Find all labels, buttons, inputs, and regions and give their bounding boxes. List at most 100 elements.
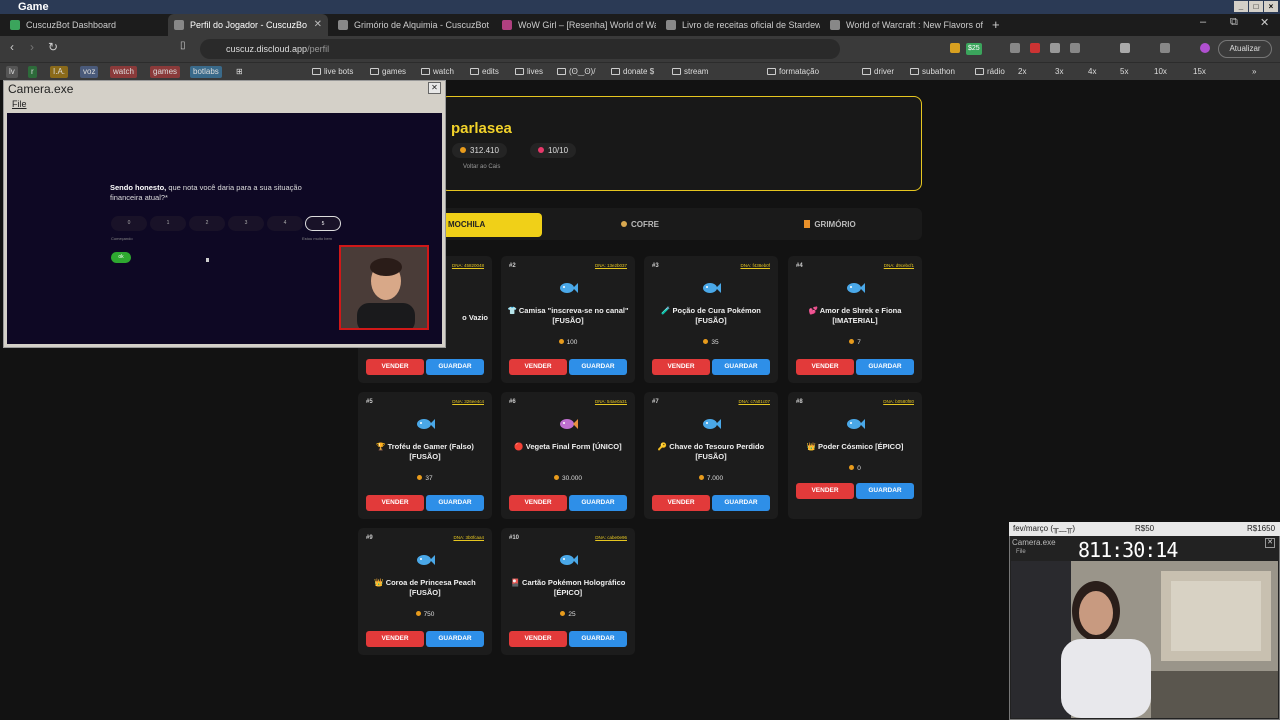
bookmark-folder[interactable]: watch [421,66,454,78]
bookmark-pill[interactable]: botlabs [190,66,222,78]
item-dna-link[interactable]: DNA: 54ae0a31 [595,399,627,404]
sell-button[interactable]: VENDER [652,359,710,375]
sell-button[interactable]: VENDER [366,359,424,375]
sidebar-icon[interactable] [1120,43,1130,53]
item-dna-link[interactable]: DNA: cabe0e96 [595,535,627,540]
bookmark-item[interactable]: driver [862,66,894,78]
item-dna-link[interactable]: DNA: d9cebcf1 [884,263,914,268]
close-button[interactable]: × [1264,1,1278,12]
bookmark-item[interactable]: 5x [1120,66,1128,78]
sell-button[interactable]: VENDER [366,631,424,647]
bookmark-pill[interactable]: watch [110,66,137,78]
tab-grimorio[interactable]: GRIMÓRIO [780,213,880,237]
sell-button[interactable]: VENDER [652,495,710,511]
tab-close-icon[interactable]: ✕ [314,14,322,36]
bookmark-item[interactable]: 15x [1193,66,1206,78]
store-button[interactable]: GUARDAR [856,359,914,375]
profile-avatar[interactable] [1200,43,1210,53]
store-button[interactable]: GUARDAR [426,631,484,647]
rating-option[interactable]: 0 [111,216,147,231]
bookmark-folder[interactable]: rádio [975,66,1005,78]
extension-icon[interactable] [1010,43,1020,53]
extension-icon[interactable] [1050,43,1060,53]
store-button[interactable]: GUARDAR [426,495,484,511]
price-badge[interactable]: $25 [966,43,982,55]
close-icon[interactable]: ✕ [428,82,441,94]
store-button[interactable]: GUARDAR [712,495,770,511]
bookmark-pill[interactable]: voz [80,66,99,78]
item-dna-link[interactable]: DNA: b0580f80 [883,399,914,404]
sell-button[interactable]: VENDER [509,359,567,375]
tab-wow-girl[interactable]: WoW Girl – [Resenha] World of Warc [496,14,656,36]
rating-option[interactable]: 2 [189,216,225,231]
puzzle-icon[interactable] [1070,43,1080,53]
window-minimize-icon[interactable]: – [1200,16,1206,28]
tab-grimorio[interactable]: Grimório de Alquimia - CuscuzBot [332,14,492,36]
extension-icon[interactable] [950,43,960,53]
item-dna-link[interactable]: DNA: 45820048 [452,263,484,268]
back-to-dock-link[interactable]: Voltar ao Cais [463,164,500,170]
sell-button[interactable]: VENDER [796,359,854,375]
extension-icon[interactable] [1030,43,1040,53]
tab-stardew[interactable]: Livro de receitas oficial de Stardew V [660,14,820,36]
store-button[interactable]: GUARDAR [426,359,484,375]
tab-perfil-do-jogador[interactable]: Perfil do Jogador - CuscuzBo ✕ [168,14,328,36]
bookmark-pill[interactable]: r [28,66,37,78]
bookmark-icon[interactable]: ▯ [180,40,186,51]
sell-button[interactable]: VENDER [366,495,424,511]
store-button[interactable]: GUARDAR [569,495,627,511]
sell-button[interactable]: VENDER [509,631,567,647]
rating-option[interactable]: 4 [267,216,303,231]
item-dna-link[interactable]: DNA: f438eb0f [740,263,770,268]
item-dna-link[interactable]: DNA: 13e2b037 [595,263,627,268]
sell-button[interactable]: VENDER [509,495,567,511]
minimize-button[interactable]: _ [1234,1,1248,12]
window-close-icon[interactable]: ✕ [1260,16,1269,29]
tab-wow-flavors[interactable]: World of Warcraft : New Flavors of A [824,14,984,36]
store-button[interactable]: GUARDAR [856,483,914,499]
reload-icon[interactable]: ↻ [48,40,58,54]
bookmark-item[interactable]: (ʘ‿ʘ)/ [557,66,595,78]
bookmark-pill[interactable]: lv [6,66,18,78]
forward-icon[interactable]: › [30,40,34,54]
bookmark-item[interactable]: 10x [1154,66,1167,78]
bookmark-folder[interactable]: games [370,66,406,78]
rating-option[interactable]: 3 [228,216,264,231]
tab-mochila[interactable]: MOCHILA [440,213,542,237]
rating-option[interactable]: 1 [150,216,186,231]
store-button[interactable]: GUARDAR [569,631,627,647]
bookmark-item[interactable]: 3x [1055,66,1063,78]
bookmark-folder[interactable]: stream [672,66,708,78]
bookmark-pill[interactable]: I.A. [50,66,69,78]
extension-icon[interactable] [1160,43,1170,53]
tab-cofre[interactable]: COFRE [595,213,685,237]
bookmark-folder[interactable]: live bots [312,66,353,78]
maximize-button[interactable]: □ [1249,1,1263,12]
address-bar[interactable]: cuscuz.discloud.app/perfil [200,39,840,59]
file-menu[interactable]: File [12,99,27,109]
bookmark-item[interactable]: 4x [1088,66,1096,78]
close-icon[interactable]: ✕ [1265,538,1275,548]
window-restore-icon[interactable]: ⧉ [1230,16,1238,29]
store-button[interactable]: GUARDAR [569,359,627,375]
sell-button[interactable]: VENDER [796,483,854,499]
bookmark-folder[interactable]: subathon [910,66,955,78]
item-dna-link[interactable]: DNA: 3b0fcaa4 [453,535,484,540]
bookmark-item[interactable]: lives [515,66,543,78]
bookmark-item[interactable]: 2x [1018,66,1026,78]
new-tab-icon[interactable]: + [992,17,1000,32]
item-dna-link[interactable]: DNA: 326ee4c4 [452,399,484,404]
file-menu[interactable]: File [1016,549,1026,555]
item-dna-link[interactable]: DNA: c7a01c07 [738,399,770,404]
more-bookmarks-icon[interactable]: » [1252,66,1256,78]
ok-button[interactable]: ok [111,252,131,263]
update-button[interactable]: Atualizar [1218,40,1272,58]
bookmark-folder[interactable]: edits [470,66,499,78]
bookmark-folder[interactable]: formatação [767,66,819,78]
bookmark-folder[interactable]: donate $ [611,66,654,78]
tab-cuscuzbot-dashboard[interactable]: CuscuzBot Dashboard [4,14,164,36]
bookmark-pill[interactable]: games [150,66,181,78]
rating-option-selected[interactable]: 5 [305,216,341,231]
apps-grid-icon[interactable]: ⊞ [236,66,243,78]
back-icon[interactable]: ‹ [10,40,14,54]
